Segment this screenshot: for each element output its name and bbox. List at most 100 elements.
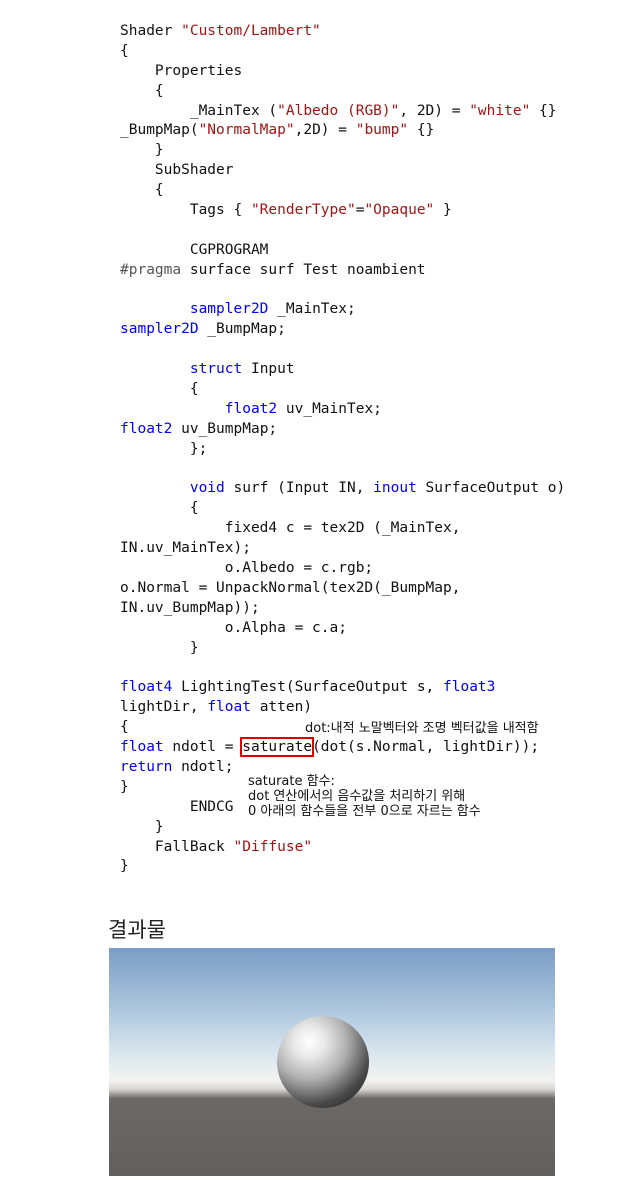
code-line: float ndotl = saturate(dot(s.Normal, lig… bbox=[120, 737, 620, 758]
code-token: inout bbox=[373, 480, 417, 497]
code-line: } bbox=[120, 639, 620, 659]
code-token: ndotl; bbox=[172, 758, 234, 775]
code-token: float bbox=[207, 699, 251, 716]
code-line: { bbox=[120, 82, 620, 102]
code-token: sampler2D bbox=[120, 321, 199, 338]
code-token: o.Normal = UnpackNormal(tex2D(_BumpMap, bbox=[120, 579, 461, 596]
code-token: float4 bbox=[120, 679, 173, 696]
code-token: IN.uv_MainTex); bbox=[120, 540, 251, 557]
code-token: ,2D) = bbox=[294, 122, 356, 139]
code-token: return bbox=[120, 758, 173, 775]
code-line: SubShader bbox=[120, 161, 620, 181]
lit-sphere bbox=[277, 1016, 369, 1108]
code-line: lightDir, float atten) bbox=[120, 698, 620, 718]
code-token: FallBack bbox=[120, 838, 234, 855]
code-token: sampler2D bbox=[189, 301, 269, 318]
code-token: "white" bbox=[469, 102, 531, 119]
code-token: SurfaceOutput o) bbox=[416, 480, 566, 497]
code-line: Tags { "RenderType"="Opaque" } bbox=[120, 201, 620, 221]
code-token: } bbox=[120, 639, 199, 656]
code-line: CGPROGRAM bbox=[120, 241, 620, 261]
code-line: { bbox=[120, 499, 620, 519]
code-token: Tags { bbox=[120, 202, 251, 219]
code-line: { bbox=[120, 42, 620, 62]
code-line: o.Albedo = c.rgb; bbox=[120, 559, 620, 579]
code-token: ndotl = bbox=[163, 739, 243, 756]
code-line: Properties bbox=[120, 62, 620, 82]
code-line: fixed4 c = tex2D (_MainTex, bbox=[120, 519, 620, 539]
code-token: "Diffuse" bbox=[233, 838, 313, 855]
code-token: } bbox=[120, 818, 164, 835]
code-line: Shader "Custom/Lambert" bbox=[120, 22, 620, 42]
code-token: } bbox=[120, 858, 129, 875]
code-token: "NormalMap" bbox=[198, 122, 295, 139]
code-line: { bbox=[120, 380, 620, 400]
code-token: LightingTest(SurfaceOutput s, bbox=[172, 679, 444, 696]
code-line: _BumpMap("NormalMap",2D) = "bump" {} bbox=[120, 121, 620, 141]
code-token: o.Albedo = c.rgb; bbox=[120, 560, 374, 577]
code-token: _BumpMap; bbox=[198, 321, 286, 338]
code-token: , 2D) = bbox=[399, 102, 470, 119]
code-token: lightDir, bbox=[120, 699, 208, 716]
code-line: float2 uv_BumpMap; bbox=[120, 420, 620, 440]
code-token: _BumpMap( bbox=[120, 122, 199, 139]
code-token: _MainTex ( bbox=[120, 102, 278, 119]
code-token: atten) bbox=[250, 699, 313, 716]
code-token: "bump" bbox=[355, 122, 409, 139]
code-token: { bbox=[120, 381, 199, 398]
code-token: void bbox=[189, 480, 225, 497]
code-token: { bbox=[120, 82, 164, 99]
code-token: } bbox=[434, 202, 452, 219]
code-token: SubShader bbox=[120, 162, 234, 179]
code-token: } bbox=[120, 778, 129, 795]
code-token: struct bbox=[189, 361, 243, 378]
saturate-annotation: saturate 함수: dot 연산에서의 음수값을 처리하기 위해 0 아래… bbox=[248, 774, 481, 819]
code-token: surf (Input IN, bbox=[224, 480, 374, 497]
dot-annotation: dot:내적 노말벡터와 조명 벡터값을 내적함 bbox=[305, 721, 539, 736]
code-token: Input bbox=[242, 361, 295, 378]
code-line: float2 uv_MainTex; bbox=[120, 400, 620, 420]
code-token: } bbox=[120, 142, 164, 159]
code-token: "Opaque" bbox=[364, 202, 435, 219]
code-token: Shader bbox=[120, 23, 182, 39]
code-token: Properties bbox=[120, 62, 243, 79]
code-token: "RenderType" bbox=[250, 202, 356, 219]
code-line: o.Normal = UnpackNormal(tex2D(_BumpMap, bbox=[120, 579, 620, 599]
code-token: float3 bbox=[443, 679, 496, 696]
code-line: o.Alpha = c.a; bbox=[120, 619, 620, 639]
code-token: float2 bbox=[224, 400, 278, 417]
code-line: #pragma surface surf Test noambient bbox=[120, 261, 620, 281]
code-token: IN.uv_BumpMap)); bbox=[120, 599, 260, 616]
code-token: _MainTex; bbox=[268, 301, 356, 318]
code-line: _MainTex ("Albedo (RGB)", 2D) = "white" … bbox=[120, 102, 620, 122]
code-token: "Albedo (RGB)" bbox=[277, 102, 400, 119]
code-line: sampler2D _MainTex; bbox=[120, 300, 620, 320]
code-line: }; bbox=[120, 440, 620, 460]
result-render-image bbox=[109, 948, 555, 1176]
code-line: sampler2D _BumpMap; bbox=[120, 320, 620, 340]
code-token: (dot(s.Normal, lightDir)); bbox=[312, 739, 540, 756]
code-line: } bbox=[120, 141, 620, 161]
code-token: uv_MainTex; bbox=[277, 400, 382, 417]
code-token: surface surf Test noambient bbox=[181, 261, 426, 278]
code-token: { bbox=[120, 42, 129, 59]
code-token: ENDCG bbox=[120, 798, 234, 815]
code-line: void surf (Input IN, inout SurfaceOutput… bbox=[120, 479, 620, 499]
code-token: }; bbox=[120, 440, 208, 457]
code-line: } bbox=[120, 818, 620, 838]
code-token: { bbox=[120, 719, 129, 736]
code-token: float2 bbox=[120, 420, 173, 437]
code-line: IN.uv_BumpMap)); bbox=[120, 599, 620, 619]
code-token: uv_BumpMap; bbox=[172, 420, 278, 437]
saturate-highlight: saturate bbox=[240, 737, 315, 758]
code-token: { bbox=[120, 182, 164, 199]
